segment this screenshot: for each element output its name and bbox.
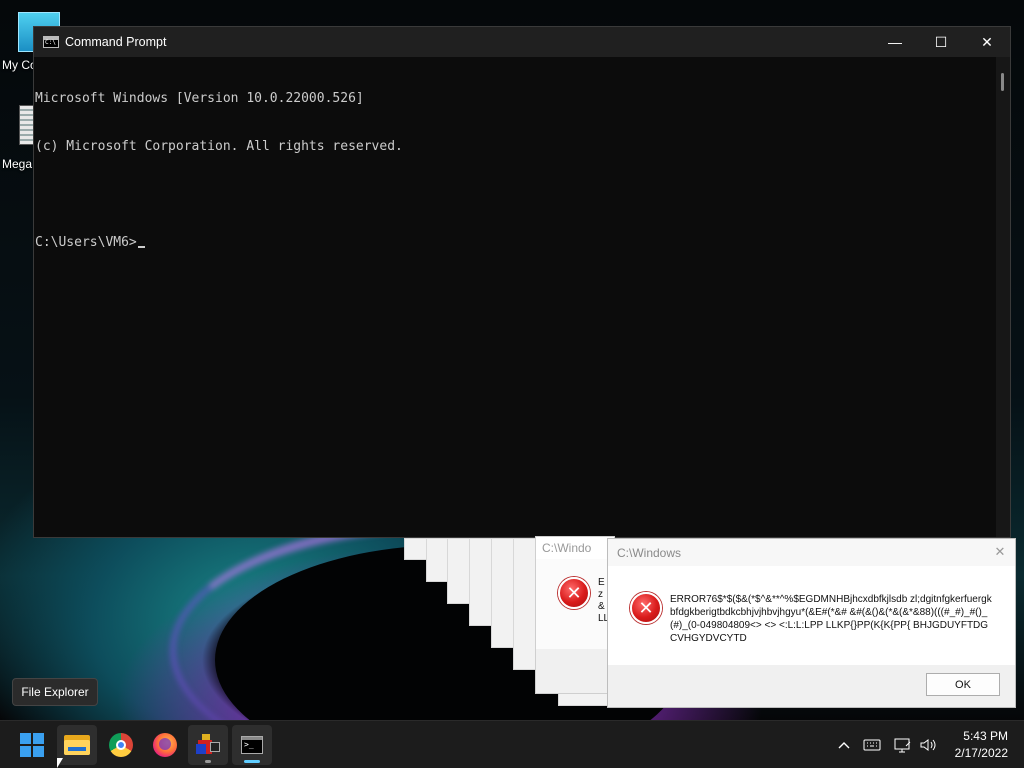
ok-button[interactable]: OK: [926, 673, 1000, 696]
background-error-dialog[interactable]: C:\Windo ✕ E z & LL: [535, 536, 615, 694]
keyboard-icon[interactable]: [862, 735, 882, 755]
command-prompt-window[interactable]: Command Prompt — ☐ ✕ Microsoft Windows […: [33, 26, 1011, 538]
dialog-footer: OK: [608, 665, 1015, 707]
file-explorer-tooltip: File Explorer: [12, 678, 98, 706]
vertical-scrollbar[interactable]: [996, 57, 1010, 537]
console-line: (c) Microsoft Corporation. All rights re…: [35, 139, 403, 154]
network-icon[interactable]: [893, 735, 913, 755]
dialog-content: ✕ ERROR76$*$($&(*$^&**^%$EGDMNHBjhcxdbfk…: [608, 566, 1015, 666]
app-icon: [196, 734, 220, 756]
error-icon: ✕: [558, 577, 590, 609]
mouse-cursor: [57, 758, 63, 768]
maximize-button[interactable]: ☐: [918, 27, 964, 57]
firefox-icon: [153, 733, 177, 757]
taskbar-chrome[interactable]: [101, 725, 141, 765]
system-clock[interactable]: 5:43 PM 2/17/2022: [955, 728, 1008, 762]
terminal-icon: [241, 736, 263, 754]
console-prompt-line: C:\Users\VM6>: [35, 235, 996, 251]
chevron-up-icon[interactable]: [834, 735, 854, 755]
clock-time: 5:43 PM: [963, 729, 1008, 743]
clock-date: 2/17/2022: [954, 746, 1008, 760]
minimize-button[interactable]: —: [872, 27, 918, 57]
text-cursor: [137, 246, 145, 248]
start-button[interactable]: [12, 725, 52, 765]
volume-icon[interactable]: [918, 735, 938, 755]
active-indicator: [244, 760, 260, 763]
console-line: Microsoft Windows [Version 10.0.22000.52…: [35, 91, 364, 106]
error-icon: ✕: [630, 592, 662, 624]
taskbar-app[interactable]: [188, 725, 228, 765]
dialog-title: C:\Windo: [536, 537, 614, 559]
desktop-icon-label: My Co: [2, 58, 37, 72]
chrome-icon: [109, 733, 133, 757]
windows-start-icon: [20, 733, 44, 757]
taskbar-file-explorer[interactable]: [57, 725, 97, 765]
window-title: Command Prompt: [65, 35, 167, 49]
running-indicator: [205, 760, 211, 763]
console-prompt: C:\Users\VM6>: [35, 235, 137, 250]
error-dialog[interactable]: C:\Windows ✕ ✕ ERROR76$*$($&(*$^&**^%$EG…: [607, 538, 1016, 708]
taskbar-firefox[interactable]: [145, 725, 185, 765]
dialog-title: C:\Windows: [617, 545, 682, 560]
cmd-app-icon: [43, 36, 59, 48]
taskbar-command-prompt[interactable]: [232, 725, 272, 765]
cmd-console[interactable]: Microsoft Windows [Version 10.0.22000.52…: [34, 57, 996, 537]
dialog-titlebar[interactable]: C:\Windows ✕: [608, 539, 1015, 566]
taskbar: 5:43 PM 2/17/2022: [0, 720, 1024, 768]
scrollbar-thumb[interactable]: [1001, 73, 1004, 91]
error-message: ERROR76$*$($&(*$^&**^%$EGDMNHBjhcxdbfkjl…: [670, 594, 992, 644]
folder-icon: [64, 735, 90, 755]
desktop-icon-label: Mega: [2, 157, 33, 171]
close-icon[interactable]: ✕: [993, 545, 1007, 559]
cmd-titlebar[interactable]: Command Prompt — ☐ ✕: [34, 27, 1010, 57]
close-button[interactable]: ✕: [964, 27, 1010, 57]
dialog-footer: [536, 649, 614, 693]
